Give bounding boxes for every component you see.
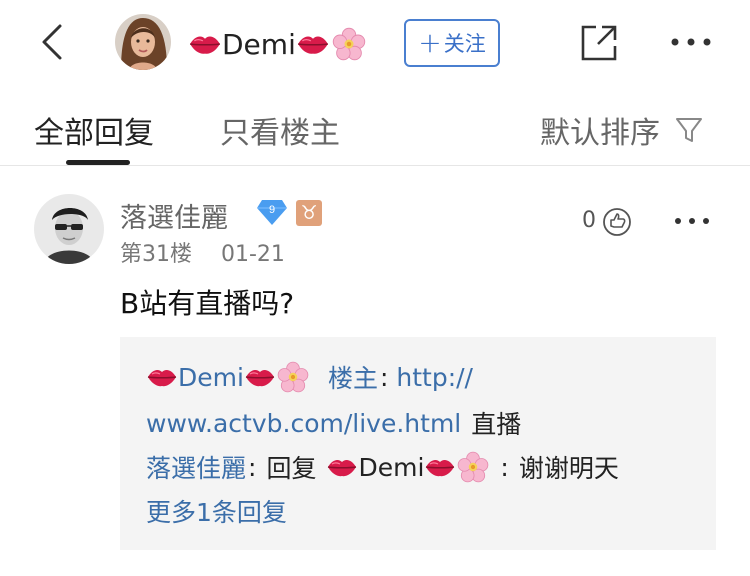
more-menu-button[interactable] xyxy=(668,28,714,56)
lips-icon xyxy=(147,369,177,387)
reply-author-name[interactable]: 落選佳麗 xyxy=(120,196,228,235)
filter-icon xyxy=(676,118,702,142)
post-meta: 第31楼 01-21 xyxy=(120,236,285,268)
active-tab-indicator xyxy=(66,160,130,165)
share-button[interactable] xyxy=(578,22,620,64)
sort-button[interactable]: 默认排序 xyxy=(540,108,704,152)
follow-button[interactable]: + 关注 xyxy=(404,19,500,67)
post-more-button[interactable] xyxy=(672,210,712,232)
top-bar: Demi + 关注 xyxy=(0,0,750,88)
thread-owner-name[interactable]: Demi xyxy=(188,22,368,66)
diamond-level-icon: 9 xyxy=(257,200,287,225)
thumbs-up-icon xyxy=(603,208,631,236)
more-icon xyxy=(671,38,711,46)
back-button[interactable] xyxy=(30,20,74,64)
sub-reply-author[interactable]: 落選佳麗 xyxy=(146,449,246,485)
thread-owner-avatar[interactable] xyxy=(115,14,171,70)
floor-number: 第31楼 xyxy=(120,242,192,267)
lips-icon xyxy=(425,459,456,477)
tab-owner-only[interactable]: 只看楼主 xyxy=(220,108,340,152)
sub-reply-1: Demi 楼主 : http:// xyxy=(146,359,473,395)
reply-tabs: 全部回复 只看楼主 默认排序 xyxy=(0,88,750,166)
level-badge: 9 xyxy=(256,198,288,226)
owner-name-text: Demi xyxy=(222,27,296,61)
like-count: 0 xyxy=(582,208,596,233)
lips-icon xyxy=(245,369,275,387)
sub-reply-author[interactable]: Demi xyxy=(146,360,310,394)
tab-all-replies[interactable]: 全部回复 xyxy=(34,108,154,152)
cherry-blossom-icon xyxy=(277,361,309,393)
reply-target[interactable]: Demi xyxy=(326,450,490,484)
sub-reply-text: 直播 xyxy=(471,410,522,439)
cherry-blossom-icon xyxy=(458,451,489,483)
reply-word: 回复 xyxy=(266,454,317,483)
like-button[interactable] xyxy=(600,206,634,238)
colon: : xyxy=(379,362,389,392)
cherry-blossom-icon xyxy=(332,27,366,61)
more-icon xyxy=(675,218,709,224)
sort-label: 默认排序 xyxy=(540,116,660,151)
sub-reply-2: 落選佳麗 : 回复 Demi : 谢谢明天 xyxy=(146,449,619,485)
level-number: 9 xyxy=(269,204,275,216)
sub-reply-author-name: Demi xyxy=(178,362,244,392)
sub-reply-1-cont: www.actvb.com/live.html 直播 xyxy=(146,405,521,441)
sub-reply-text: 谢谢明天 xyxy=(518,454,619,483)
follow-label: 关注 xyxy=(443,32,486,56)
colon: : xyxy=(500,452,509,482)
colon: : xyxy=(248,452,257,482)
live-link-part2[interactable]: www.actvb.com/live.html xyxy=(146,409,461,438)
back-icon xyxy=(42,24,62,60)
owner-tag: 楼主 xyxy=(327,364,378,393)
live-link-part1[interactable]: http:// xyxy=(396,363,473,392)
avatar[interactable] xyxy=(34,194,104,264)
lips-icon xyxy=(297,35,329,55)
share-icon xyxy=(581,25,617,61)
post-date: 01-21 xyxy=(221,242,285,267)
reply-target-name: Demi xyxy=(358,452,425,482)
plus-icon: + xyxy=(418,26,442,59)
sub-reply-box[interactable]: Demi 楼主 : http:// www.actvb.com/live.htm… xyxy=(120,337,716,550)
lips-icon xyxy=(327,459,358,477)
lips-icon xyxy=(189,35,221,55)
more-replies-link[interactable]: 更多1条回复 xyxy=(146,493,287,529)
zodiac-badge: ♉ xyxy=(296,200,322,226)
post-content: B站有直播吗? xyxy=(120,287,295,320)
